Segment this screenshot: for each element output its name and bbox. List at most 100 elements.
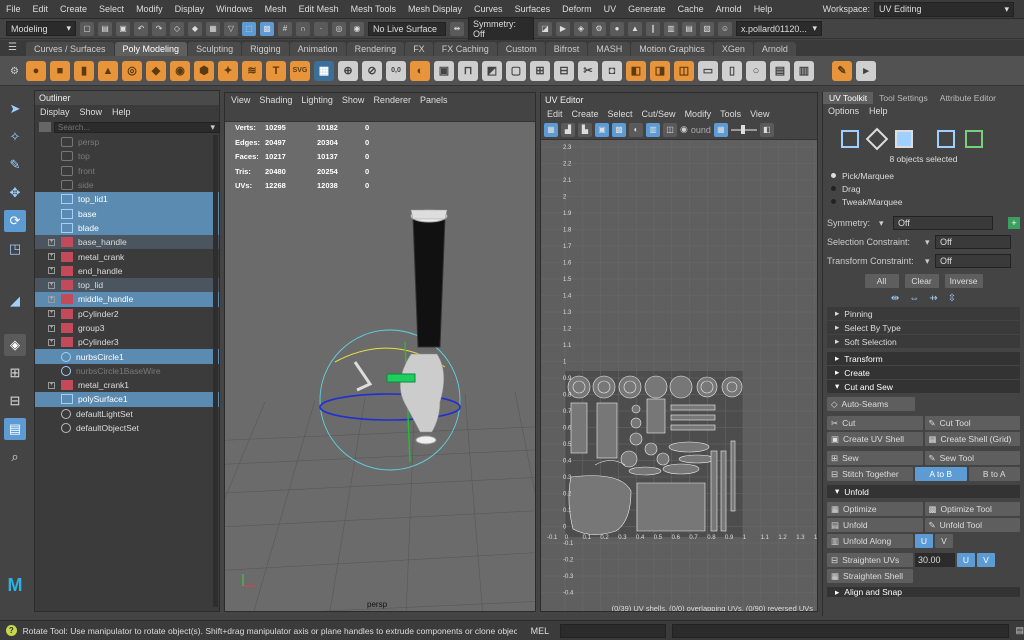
- layout-two-icon[interactable]: ⊟: [4, 390, 26, 412]
- expand-icon[interactable]: +: [48, 281, 55, 289]
- cylindrical-map-icon[interactable]: ▯: [722, 60, 742, 81]
- straighten-u-button[interactable]: U: [957, 553, 975, 567]
- straighten-shell-button[interactable]: ▦ Straighten Shell: [827, 569, 913, 583]
- section-select-by-type[interactable]: ▸ Select By Type: [827, 321, 1020, 334]
- uv-menu-modify[interactable]: Modify: [685, 109, 712, 119]
- menu-item-create[interactable]: Create: [54, 4, 93, 14]
- create-shell-grid-button[interactable]: ▦ Create Shell (Grid): [924, 432, 1020, 446]
- outliner-item[interactable]: base: [35, 206, 219, 221]
- chevron-down-icon[interactable]: ▾: [210, 122, 215, 133]
- uv-menu-cut-sew[interactable]: Cut/Sew: [642, 109, 676, 119]
- cut-button[interactable]: ✂ Cut: [827, 416, 923, 430]
- menu-item-help[interactable]: Help: [748, 4, 779, 14]
- separate-icon[interactable]: ⊘: [362, 60, 382, 81]
- unfold-along-button[interactable]: ▥ Unfold Along: [827, 534, 913, 548]
- unfold-tool-button[interactable]: ✎ Unfold Tool: [924, 518, 1020, 532]
- menu-item-cache[interactable]: Cache: [672, 4, 710, 14]
- uv-face-icon[interactable]: ▣: [595, 122, 609, 137]
- target-weld-icon[interactable]: ◘: [602, 60, 622, 81]
- poly-torus-icon[interactable]: ◎: [122, 60, 142, 81]
- select-clear-button[interactable]: Clear: [904, 274, 939, 288]
- uv-coords-icon[interactable]: 0,0: [386, 60, 406, 81]
- menu-item-surfaces[interactable]: Surfaces: [509, 4, 557, 14]
- align-left-icon[interactable]: ⇹: [891, 293, 899, 304]
- straighten-angle-field[interactable]: 30.00: [915, 553, 955, 567]
- unfold-v-button[interactable]: V: [935, 534, 953, 548]
- uv-shell-mode-icon[interactable]: [937, 130, 955, 148]
- sphere-map-icon[interactable]: ○: [746, 60, 766, 81]
- uv-dim-icon[interactable]: ◫: [663, 122, 677, 137]
- outliner-item[interactable]: nurbsCircle1BaseWire: [35, 364, 219, 378]
- bridge-icon[interactable]: ⊓: [458, 60, 478, 81]
- scale-tool-icon[interactable]: ◳: [4, 238, 26, 260]
- auto-map-icon[interactable]: ▤: [770, 60, 790, 81]
- outliner-item[interactable]: nurbsCircle1: [35, 349, 219, 364]
- uv-edge-icon[interactable]: ▙: [578, 122, 592, 137]
- radio-icon[interactable]: [831, 199, 836, 204]
- uv-editor-shelf-icon[interactable]: ▦: [314, 60, 334, 81]
- outliner-item[interactable]: + metal_crank: [35, 249, 219, 263]
- shelf-tab-bifrost[interactable]: Bifrost: [545, 42, 588, 56]
- camera-icon[interactable]: ◉: [680, 124, 688, 135]
- svg-icon[interactable]: SVG: [290, 60, 310, 81]
- radio-icon[interactable]: [831, 186, 836, 191]
- selection-mode-option[interactable]: Pick/Marquee: [831, 169, 1024, 182]
- toolkit-menu-help[interactable]: Help: [869, 106, 888, 116]
- outliner-layout-icon[interactable]: ▤: [4, 418, 26, 440]
- render-view-icon[interactable]: ◪: [538, 21, 552, 36]
- menu-item-arnold[interactable]: Arnold: [710, 4, 748, 14]
- toolkit-tab-attribute-editor[interactable]: Attribute Editor: [934, 92, 1002, 104]
- snap-point-icon[interactable]: ·: [314, 21, 328, 36]
- smooth-icon[interactable]: ◐: [410, 60, 430, 81]
- uv-menu-view[interactable]: View: [750, 109, 769, 119]
- shelf-tab-xgen[interactable]: XGen: [713, 42, 753, 56]
- snap-grid-icon[interactable]: #: [278, 21, 292, 36]
- unfold-u-button[interactable]: U: [915, 534, 933, 548]
- hypershade-icon[interactable]: ●: [610, 21, 624, 36]
- sew-tool-button[interactable]: ✎ Sew Tool: [924, 451, 1020, 465]
- more-icon[interactable]: ▸: [856, 60, 876, 81]
- undo-icon[interactable]: ↶: [134, 21, 148, 36]
- menu-item-mesh-tools[interactable]: Mesh Tools: [345, 4, 402, 14]
- menu-item-curves[interactable]: Curves: [468, 4, 509, 14]
- outliner-item[interactable]: top: [35, 149, 219, 163]
- uv-select-icon[interactable]: ▦: [544, 122, 558, 137]
- uv-menu-tools[interactable]: Tools: [720, 109, 741, 119]
- shelf-settings-icon[interactable]: ⚙: [10, 66, 19, 77]
- poly-sphere-icon[interactable]: ●: [26, 60, 46, 81]
- menu-item-mesh-display[interactable]: Mesh Display: [402, 4, 468, 14]
- make-live-icon[interactable]: ◉: [350, 21, 364, 36]
- align-right-icon[interactable]: ⇸: [929, 293, 937, 304]
- rotate-tool-icon[interactable]: ⟳: [4, 210, 26, 232]
- menu-item-mesh[interactable]: Mesh: [259, 4, 293, 14]
- menu-item-deform[interactable]: Deform: [556, 4, 598, 14]
- uv-grid-icon[interactable]: ▩: [612, 122, 626, 137]
- outliner-menu-display[interactable]: Display: [40, 107, 70, 117]
- unfold-button[interactable]: ▤ Unfold: [827, 518, 923, 532]
- align-v-icon[interactable]: ⇳: [948, 293, 956, 304]
- viewport-panel[interactable]: View Shading Lighting Show Renderer Panels Ve…: [224, 92, 536, 612]
- toolkit-tab-tool-settings[interactable]: Tool Settings: [873, 92, 934, 104]
- type-text-icon[interactable]: T: [266, 60, 286, 81]
- toolkit-tab-uv-toolkit[interactable]: UV Toolkit: [823, 92, 874, 104]
- save-scene-icon[interactable]: ▣: [116, 21, 130, 36]
- section-pinning[interactable]: ▸ Pinning: [827, 307, 1020, 320]
- shelf-tab-poly-modeling[interactable]: Poly Modeling: [114, 42, 188, 56]
- shelf-tab-motion-graphics[interactable]: Motion Graphics: [631, 42, 713, 56]
- uv-edge-mode-icon[interactable]: [865, 127, 889, 151]
- expand-icon[interactable]: +: [48, 295, 55, 303]
- expand-icon[interactable]: +: [48, 338, 55, 346]
- viewport-menu-view[interactable]: View: [231, 95, 250, 105]
- straighten-v-button[interactable]: V: [977, 553, 995, 567]
- planar-map-icon[interactable]: ▭: [698, 60, 718, 81]
- arnold-render-icon[interactable]: ▲: [628, 21, 642, 36]
- symmetry-icon[interactable]: ⇹: [450, 21, 464, 36]
- poly-plane-icon[interactable]: ◆: [146, 60, 166, 81]
- uv-isolate-icon[interactable]: ◐: [629, 122, 643, 137]
- shelf-tab-animation[interactable]: Animation: [289, 42, 346, 56]
- select-hierarchy-icon[interactable]: ◇: [170, 21, 184, 36]
- extrude-icon[interactable]: ▣: [434, 60, 454, 81]
- shelf-tab-arnold[interactable]: Arnold: [753, 42, 796, 56]
- uv-menu-edit[interactable]: Edit: [547, 109, 563, 119]
- tool-settings-icon[interactable]: ▧: [700, 21, 714, 36]
